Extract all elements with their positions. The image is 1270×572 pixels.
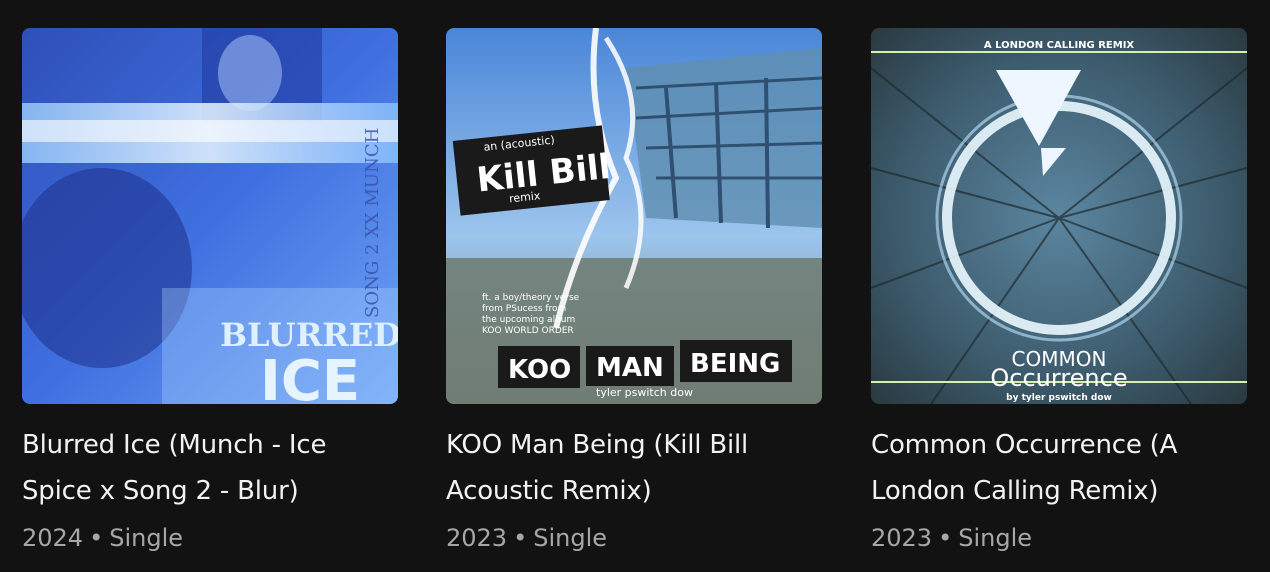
album-cover[interactable]: A LONDON CALLING REMIX COMMON Occurrence… [871,28,1247,404]
album-meta: 2023 • Single [871,520,1247,556]
album-meta: 2024 • Single [22,520,398,556]
album-card-koo-man-being[interactable]: an (acoustic) Kill Bill remix ft. a boy/… [446,28,822,556]
album-title[interactable]: KOO Man Being (Kill Bill Acoustic Remix) [446,422,822,514]
album-type: Single [958,524,1033,552]
album-grid: BLURRED ICE SONG 2 XX MUNCH Blurred Ice … [0,0,1270,572]
cover-credit: tyler pswitch dow [596,386,693,399]
album-cover[interactable]: BLURRED ICE SONG 2 XX MUNCH [22,28,398,404]
album-cover-art: A LONDON CALLING REMIX COMMON Occurrence… [871,28,1247,404]
cover-word-occurrence: Occurrence [990,364,1127,392]
svg-text:KOO WORLD ORDER: KOO WORLD ORDER [482,326,574,336]
album-title[interactable]: Common Occurrence (A London Calling Remi… [871,422,1247,514]
cover-name-being: BEING [690,349,780,379]
album-card-common-occurrence[interactable]: A LONDON CALLING REMIX COMMON Occurrence… [871,28,1247,556]
album-year: 2023 [871,524,933,552]
album-cover-art: an (acoustic) Kill Bill remix ft. a boy/… [446,28,822,404]
album-title[interactable]: Blurred Ice (Munch - Ice Spice x Song 2 … [22,422,398,514]
cover-name-koo: KOO [508,355,571,385]
svg-text:the upcoming album: the upcoming album [482,315,575,325]
album-meta: 2023 • Single [446,520,822,556]
cover-text-ice: ICE [260,349,360,404]
album-cover[interactable]: an (acoustic) Kill Bill remix ft. a boy/… [446,28,822,404]
separator-dot: • [89,524,104,552]
svg-text:from PSucess from: from PSucess from [482,304,566,314]
album-year: 2023 [446,524,508,552]
album-cover-art: BLURRED ICE SONG 2 XX MUNCH [22,28,398,404]
album-type: Single [533,524,608,552]
cover-note: ft. a boy/theory verse from PSucess from… [482,293,580,336]
cover-name-man: MAN [596,353,664,383]
album-year: 2024 [22,524,84,552]
album-card-blurred-ice[interactable]: BLURRED ICE SONG 2 XX MUNCH Blurred Ice … [22,28,398,556]
cover-side-text: SONG 2 XX MUNCH [362,128,383,318]
separator-dot: • [513,524,528,552]
separator-dot: • [938,524,953,552]
cover-top-text: A LONDON CALLING REMIX [984,40,1135,51]
cover-credit: by tyler pswitch dow [1006,393,1112,403]
svg-text:ft. a boy/theory verse: ft. a boy/theory verse [482,293,580,303]
album-type: Single [109,524,184,552]
